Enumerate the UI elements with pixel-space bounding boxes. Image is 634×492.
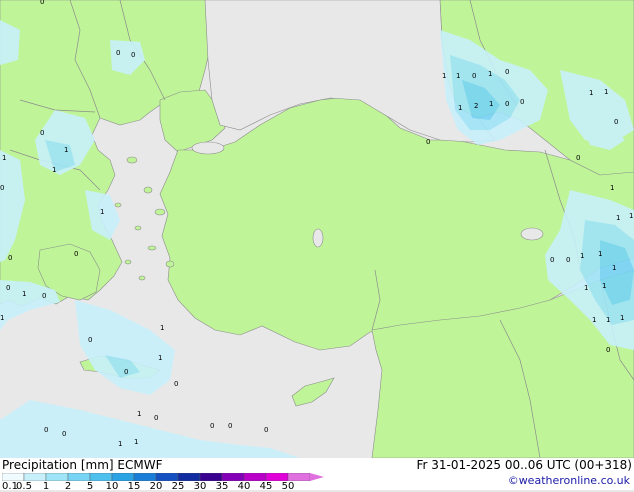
svg-text:0: 0 — [520, 98, 524, 106]
scale-swatch — [155, 473, 179, 481]
svg-text:1: 1 — [606, 316, 610, 324]
scale-swatch — [265, 473, 289, 481]
svg-text:0: 0 — [472, 72, 476, 80]
scale-tick-label: 0.5 — [16, 481, 32, 492]
svg-text:2: 2 — [474, 102, 478, 110]
scale-tick-label: 30 — [193, 481, 207, 492]
svg-text:1: 1 — [602, 282, 606, 290]
svg-text:0: 0 — [228, 422, 232, 430]
scale-tick-label: 2 — [64, 481, 72, 492]
svg-text:1: 1 — [592, 316, 596, 324]
scale-swatch — [23, 473, 47, 481]
svg-text:0: 0 — [42, 292, 46, 300]
svg-text:1: 1 — [612, 264, 616, 272]
svg-text:1: 1 — [456, 72, 460, 80]
svg-text:1: 1 — [158, 354, 162, 362]
svg-text:1: 1 — [442, 72, 446, 80]
svg-text:0: 0 — [614, 118, 618, 126]
svg-text:0: 0 — [88, 336, 92, 344]
svg-text:0: 0 — [550, 256, 554, 264]
svg-text:1: 1 — [616, 214, 620, 222]
svg-text:0: 0 — [606, 346, 610, 354]
svg-text:0: 0 — [505, 100, 509, 108]
svg-text:1: 1 — [604, 88, 608, 96]
scale-tick-label: 5 — [86, 481, 94, 492]
svg-text:1: 1 — [584, 284, 588, 292]
scale-swatch — [243, 473, 267, 481]
svg-text:0: 0 — [264, 426, 268, 434]
lake-van — [520, 227, 544, 241]
svg-text:1: 1 — [0, 314, 4, 322]
svg-text:1: 1 — [64, 146, 68, 154]
scale-swatch — [221, 473, 245, 481]
svg-text:0: 0 — [576, 154, 580, 162]
precipitation-map: 1 1 0 1 0 1 2 1 0 0 1 1 0 0 1 1 1 0 0 1 … — [0, 0, 634, 458]
scale-swatch — [67, 473, 91, 481]
scale-swatch — [2, 473, 25, 481]
scale-tick-label: 25 — [171, 481, 185, 492]
svg-text:0: 0 — [131, 51, 135, 59]
svg-text:0: 0 — [566, 256, 570, 264]
legend-model: ECMWF — [117, 458, 163, 472]
color-scale-bar — [2, 473, 324, 481]
svg-text:0: 0 — [40, 0, 44, 6]
svg-text:1: 1 — [118, 440, 122, 448]
svg-text:1: 1 — [488, 70, 492, 78]
svg-text:1: 1 — [134, 438, 138, 446]
scale-arrow — [310, 473, 324, 481]
svg-text:1: 1 — [52, 166, 56, 174]
scale-swatch — [177, 473, 201, 481]
svg-text:0: 0 — [62, 430, 66, 438]
scale-swatch — [133, 473, 157, 481]
lake-tuz — [312, 228, 324, 248]
scale-tick-label: 10 — [105, 481, 119, 492]
svg-text:0: 0 — [174, 380, 178, 388]
svg-text:0: 0 — [210, 422, 214, 430]
svg-text:0: 0 — [154, 414, 158, 422]
svg-text:1: 1 — [22, 290, 26, 298]
scale-swatch — [89, 473, 113, 481]
scale-tick-label: 35 — [215, 481, 229, 492]
svg-text:1: 1 — [160, 324, 164, 332]
svg-text:0: 0 — [124, 368, 128, 376]
svg-text:1: 1 — [458, 104, 462, 112]
scale-tick-label: 40 — [237, 481, 251, 492]
svg-text:0: 0 — [426, 138, 430, 146]
svg-text:1: 1 — [610, 184, 614, 192]
svg-text:1: 1 — [100, 208, 104, 216]
svg-text:0: 0 — [74, 250, 78, 258]
scale-swatch — [45, 473, 69, 481]
svg-text:1: 1 — [137, 410, 141, 418]
svg-text:0: 0 — [0, 184, 4, 192]
scale-tick-label: 20 — [149, 481, 163, 492]
svg-text:0: 0 — [8, 254, 12, 262]
svg-text:1: 1 — [2, 154, 6, 162]
svg-text:1: 1 — [589, 89, 593, 97]
svg-text:0: 0 — [6, 284, 10, 292]
legend-panel: Precipitation [mm] ECMWF Fr 31-01-2025 0… — [0, 458, 634, 492]
scale-tick-label: 15 — [127, 481, 141, 492]
scale-tick-label: 50 — [281, 481, 295, 492]
svg-text:0: 0 — [44, 426, 48, 434]
legend-variable: Precipitation [mm] — [2, 458, 114, 472]
svg-text:1: 1 — [620, 314, 624, 322]
forecast-datetime: Fr 31-01-2025 00..06 UTC (00+318) — [416, 458, 632, 472]
svg-text:0: 0 — [116, 49, 120, 57]
svg-text:0: 0 — [505, 68, 509, 76]
scale-tick-label: 1 — [42, 481, 50, 492]
marmara-sea — [191, 141, 225, 155]
scale-swatch — [111, 473, 135, 481]
scale-swatch — [199, 473, 223, 481]
scale-tick-label: 45 — [259, 481, 273, 492]
svg-text:1: 1 — [629, 212, 633, 220]
legend-title: Precipitation [mm] ECMWF — [2, 458, 162, 472]
svg-text:1: 1 — [598, 250, 602, 258]
svg-text:1: 1 — [489, 100, 493, 108]
svg-text:0: 0 — [40, 129, 44, 137]
scale-swatch — [287, 473, 311, 481]
svg-text:1: 1 — [580, 252, 584, 260]
site-credit: ©weatheronline.co.uk — [507, 474, 630, 487]
